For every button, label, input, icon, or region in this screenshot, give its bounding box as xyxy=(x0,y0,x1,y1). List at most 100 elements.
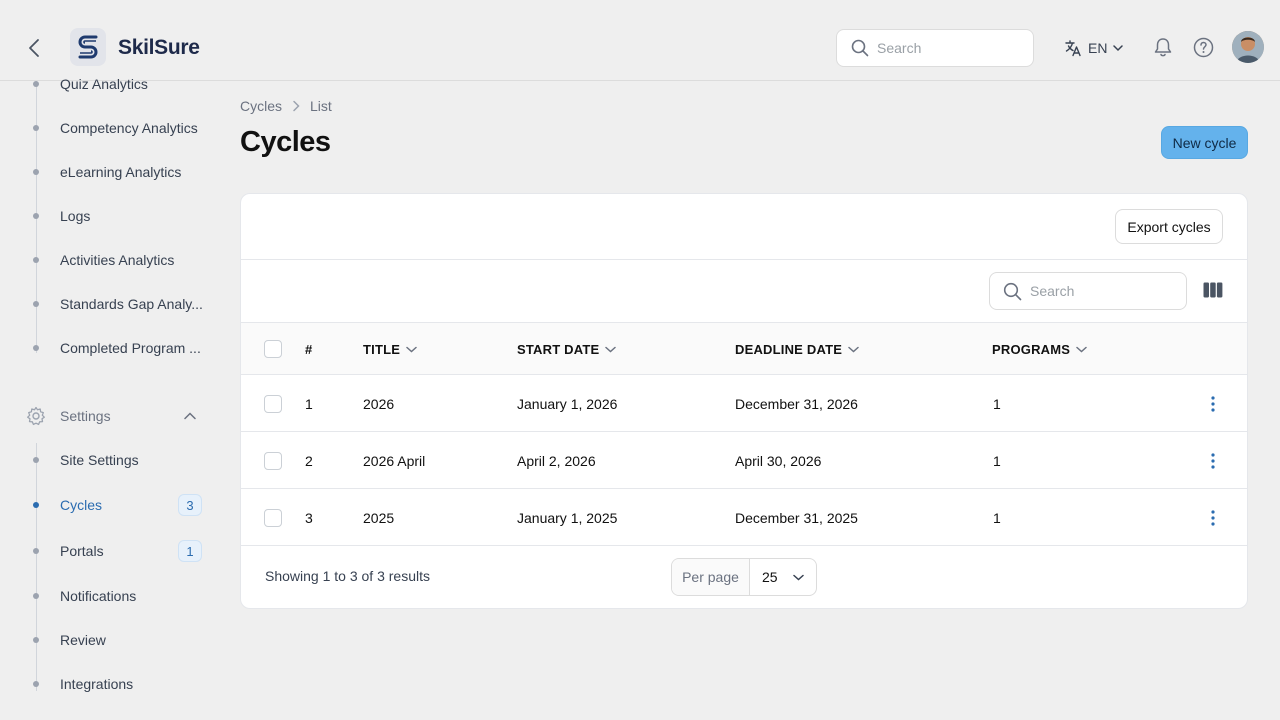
row-checkbox[interactable] xyxy=(264,509,282,527)
nav-dot xyxy=(33,257,39,263)
table-footer: Showing 1 to 3 of 3 results Per page 25 xyxy=(241,546,1247,608)
back-button[interactable] xyxy=(22,34,46,62)
bell-icon xyxy=(1154,38,1172,57)
global-search-input[interactable] xyxy=(877,40,1017,56)
chevron-left-icon xyxy=(29,39,39,57)
search-icon xyxy=(851,39,869,57)
nav-dot xyxy=(33,345,39,351)
nav-dot xyxy=(33,169,39,175)
sidebar-item-label: Standards Gap Analy... xyxy=(60,296,203,312)
per-page-control: Per page 25 xyxy=(671,558,817,596)
help-button[interactable] xyxy=(1193,37,1214,61)
row-actions-button[interactable] xyxy=(1203,508,1223,528)
nav-dot xyxy=(33,637,39,643)
row-number: 1 xyxy=(305,395,313,412)
breadcrumb-current: List xyxy=(310,98,332,114)
row-actions-button[interactable] xyxy=(1203,451,1223,471)
sidebar-item-site-settings[interactable]: Site Settings xyxy=(26,445,206,475)
sidebar-group-label: Settings xyxy=(60,408,111,424)
table-row[interactable]: 3 2025 January 1, 2025 December 31, 2025… xyxy=(241,489,1247,546)
table-row[interactable]: 1 2026 January 1, 2026 December 31, 2026… xyxy=(241,375,1247,432)
nav-dot xyxy=(33,502,39,508)
page-title: Cycles xyxy=(240,126,331,158)
nav-dot xyxy=(33,681,39,687)
nav-dot xyxy=(33,125,39,131)
column-header-programs[interactable]: PROGRAMS xyxy=(992,323,1087,375)
sidebar-item-label: Logs xyxy=(60,208,91,224)
row-title: 2025 xyxy=(363,509,395,526)
sidebar-item-competency-analytics[interactable]: Competency Analytics xyxy=(26,113,206,143)
new-cycle-button[interactable]: New cycle xyxy=(1161,126,1248,159)
count-badge: 1 xyxy=(178,540,202,562)
sidebar-item-cycles[interactable]: Cycles 3 xyxy=(26,490,206,520)
sidebar-item-review[interactable]: Review xyxy=(26,625,206,655)
sidebar-item-portals[interactable]: Portals 1 xyxy=(26,536,206,566)
column-header-deadline-date[interactable]: DEADLINE DATE xyxy=(735,323,859,375)
sidebar-item-label: eLearning Analytics xyxy=(60,164,182,180)
table-search-input[interactable] xyxy=(1030,283,1170,299)
sidebar-item-elearning-analytics[interactable]: eLearning Analytics xyxy=(26,157,206,187)
table-search[interactable] xyxy=(989,272,1187,310)
row-checkbox[interactable] xyxy=(264,395,282,413)
sidebar-item-standards-gap-analysis[interactable]: Standards Gap Analy... xyxy=(26,289,206,319)
column-label: # xyxy=(305,341,313,357)
chevron-down-icon xyxy=(1076,346,1087,353)
row-checkbox[interactable] xyxy=(264,452,282,470)
sidebar-group-settings[interactable]: Settings xyxy=(26,401,206,431)
sidebar-item-quiz-analytics[interactable]: Quiz Analytics xyxy=(26,69,206,99)
sidebar-item-activities-analytics[interactable]: Activities Analytics xyxy=(26,245,206,275)
sidebar: Quiz Analytics Competency Analytics eLea… xyxy=(0,76,215,720)
sidebar-item-label: Activities Analytics xyxy=(60,252,175,268)
row-start-date: January 1, 2026 xyxy=(517,395,618,412)
export-cycles-button[interactable]: Export cycles xyxy=(1115,209,1223,244)
row-programs: 1 xyxy=(993,509,1001,526)
table-row[interactable]: 2 2026 April April 2, 2026 April 30, 202… xyxy=(241,432,1247,489)
row-programs: 1 xyxy=(993,452,1001,469)
row-title: 2026 April xyxy=(363,452,426,469)
language-label: EN xyxy=(1088,40,1108,56)
sidebar-item-label: Quiz Analytics xyxy=(60,76,148,92)
sidebar-item-label: Cycles xyxy=(60,497,103,513)
help-circle-icon xyxy=(1193,37,1214,58)
nav-dot xyxy=(33,457,39,463)
column-header-number: # xyxy=(305,323,312,375)
sidebar-item-completed-program[interactable]: Completed Program ... xyxy=(26,333,206,363)
column-toggle-button[interactable] xyxy=(1203,282,1223,300)
notifications-button[interactable] xyxy=(1153,37,1173,61)
sidebar-item-notifications[interactable]: Notifications xyxy=(26,581,206,611)
row-number: 3 xyxy=(305,509,313,526)
per-page-label: Per page xyxy=(672,559,750,595)
row-programs: 1 xyxy=(993,395,1001,412)
brand-logo[interactable] xyxy=(70,28,106,66)
gear-icon xyxy=(27,406,45,426)
chevron-down-icon xyxy=(1113,45,1124,52)
table-toolbar xyxy=(241,260,1247,323)
language-switcher[interactable]: EN xyxy=(1064,38,1124,58)
global-search[interactable] xyxy=(836,29,1034,67)
user-avatar[interactable] xyxy=(1232,31,1264,63)
nav-dot xyxy=(33,593,39,599)
column-label: DEADLINE DATE xyxy=(735,341,843,357)
row-actions-button[interactable] xyxy=(1203,394,1223,414)
sidebar-item-logs[interactable]: Logs xyxy=(26,201,206,231)
sidebar-item-label: Portals xyxy=(60,543,104,559)
sidebar-item-label: Completed Program ... xyxy=(60,340,201,356)
column-header-title[interactable]: TITLE xyxy=(363,323,417,375)
sidebar-item-label: Review xyxy=(60,632,106,648)
avatar-image xyxy=(1232,31,1264,63)
column-label: PROGRAMS xyxy=(992,341,1071,357)
translate-icon xyxy=(1065,40,1081,57)
breadcrumb: Cycles List xyxy=(240,98,332,114)
more-vertical-icon xyxy=(1211,396,1215,412)
table-header-row: # TITLE START DATE DEADLINE DATE PROGRAM… xyxy=(241,323,1247,375)
select-all-checkbox[interactable] xyxy=(264,340,282,358)
per-page-select[interactable]: 25 xyxy=(750,559,816,595)
chevron-up-icon xyxy=(184,412,196,420)
sidebar-item-label: Site Settings xyxy=(60,452,139,468)
column-header-start-date[interactable]: START DATE xyxy=(517,323,617,375)
column-label: TITLE xyxy=(363,341,401,357)
row-deadline-date: December 31, 2025 xyxy=(735,509,858,526)
sidebar-item-integrations[interactable]: Integrations xyxy=(26,669,206,699)
more-vertical-icon xyxy=(1211,510,1215,526)
breadcrumb-link-cycles[interactable]: Cycles xyxy=(240,98,282,114)
